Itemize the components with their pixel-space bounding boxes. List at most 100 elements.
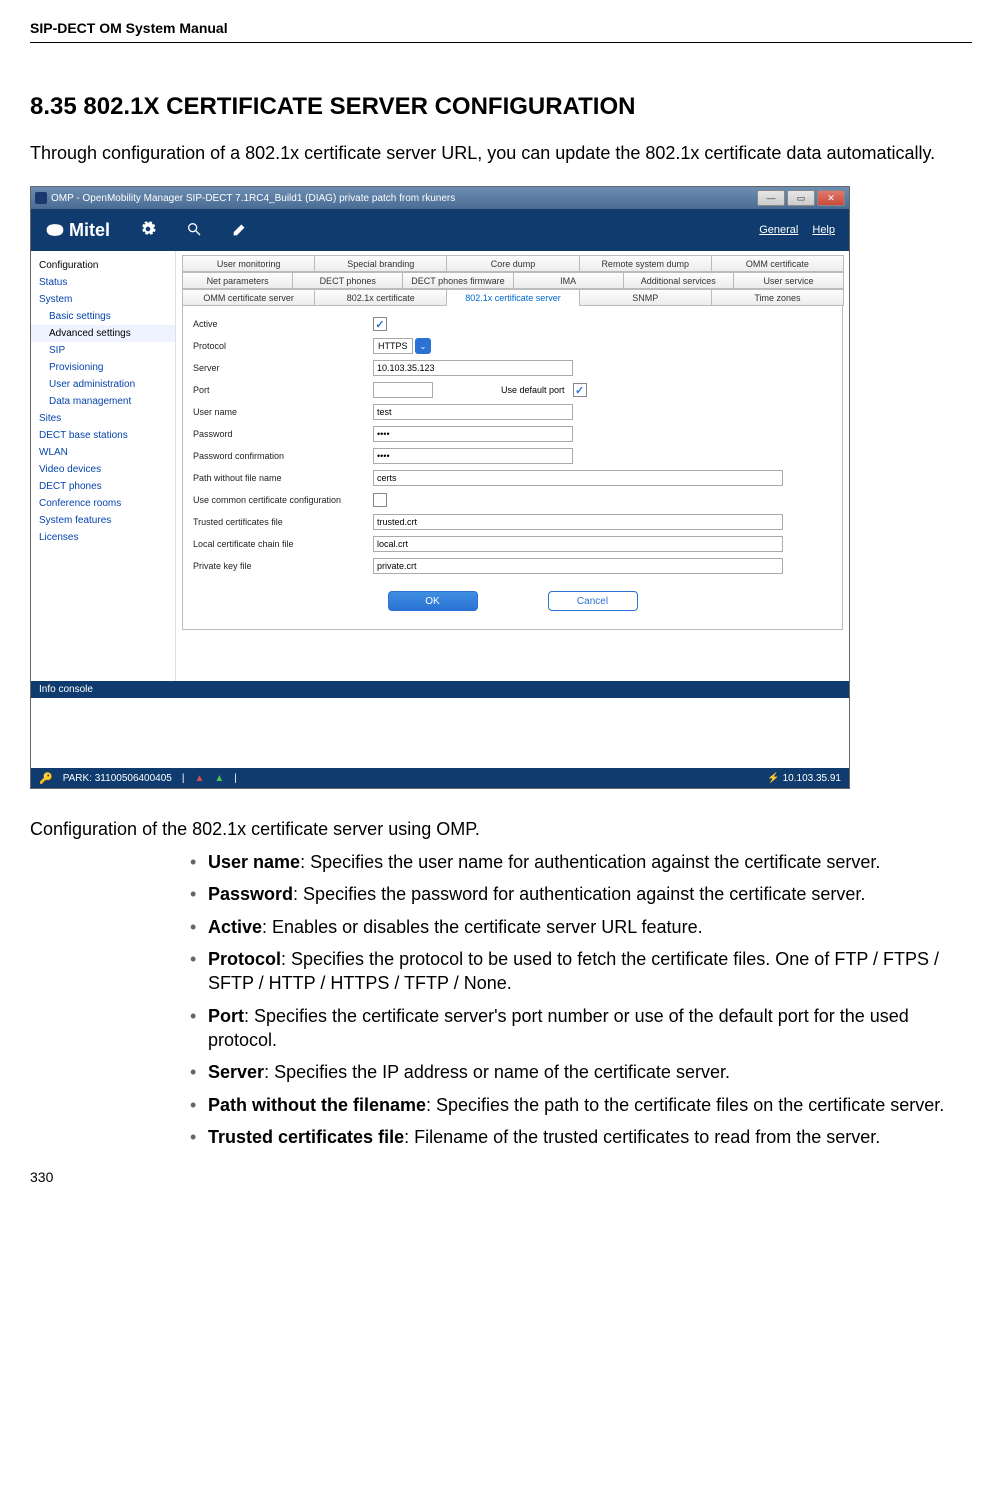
input-password[interactable] (373, 426, 573, 442)
separator: | (182, 773, 185, 784)
sidebar-item[interactable]: Licenses (31, 529, 175, 546)
checkbox-use-common[interactable] (373, 493, 387, 507)
sidebar-item[interactable]: Basic settings (31, 308, 175, 325)
sidebar-item[interactable]: SIP (31, 342, 175, 359)
label-server: Server (193, 363, 373, 373)
tab[interactable]: Core dump (446, 255, 579, 272)
edit-icon[interactable] (232, 221, 248, 240)
sidebar-title: Configuration (31, 257, 175, 274)
bullet-item: Server: Specifies the IP address or name… (190, 1060, 972, 1084)
sidebar-item[interactable]: User administration (31, 376, 175, 393)
input-trusted[interactable] (373, 514, 783, 530)
sidebar-item[interactable]: System (31, 291, 175, 308)
label-username: User name (193, 407, 373, 417)
tab[interactable]: 802.1x certificate server (446, 289, 579, 306)
label-use-default-port: Use default port (501, 385, 565, 395)
input-path[interactable] (373, 470, 783, 486)
main-panel: User monitoringSpecial brandingCore dump… (176, 251, 849, 681)
tab[interactable]: Remote system dump (579, 255, 712, 272)
input-local[interactable] (373, 536, 783, 552)
window-title: OMP - OpenMobility Manager SIP-DECT 7.1R… (51, 193, 455, 204)
bullet-item: Protocol: Specifies the protocol to be u… (190, 947, 972, 996)
label-port: Port (193, 385, 373, 395)
sidebar: Configuration StatusSystemBasic settings… (31, 251, 176, 681)
tab[interactable]: 802.1x certificate (314, 289, 447, 306)
bullet-item: Trusted certificates file: Filename of t… (190, 1125, 972, 1149)
tab-content-8021x-cert-server: Active Protocol HTTPS ⌄ Server (182, 305, 843, 630)
bullet-item: Path without the filename: Specifies the… (190, 1093, 972, 1117)
plug-icon: ⚡ (767, 773, 779, 784)
info-console-body (31, 698, 849, 768)
input-private[interactable] (373, 558, 783, 574)
checkbox-use-default-port[interactable] (573, 383, 587, 397)
ok-button[interactable]: OK (388, 591, 478, 611)
maximize-button[interactable]: ▭ (787, 190, 815, 206)
label-private: Private key file (193, 561, 373, 571)
tab[interactable]: Net parameters (182, 272, 293, 289)
checkbox-active[interactable] (373, 317, 387, 331)
app-icon (35, 192, 47, 204)
info-console-header[interactable]: Info console (31, 681, 849, 698)
tab[interactable]: User monitoring (182, 255, 315, 272)
sidebar-item[interactable]: Provisioning (31, 359, 175, 376)
tab[interactable]: SNMP (579, 289, 712, 306)
label-active: Active (193, 319, 373, 329)
sidebar-item[interactable]: Advanced settings (31, 325, 175, 342)
intro-paragraph: Through configuration of a 802.1x certif… (30, 141, 972, 166)
tab[interactable]: IMA (513, 272, 624, 289)
status-dot-red-icon: ▲ (194, 773, 204, 784)
sidebar-item[interactable]: System features (31, 512, 175, 529)
page-number: 330 (30, 1169, 972, 1185)
input-port[interactable] (373, 382, 433, 398)
bullet-list: User name: Specifies the user name for a… (30, 850, 972, 1149)
status-bar: 🔑 PARK: 31100506400405 | ▲ ▲ | ⚡ 10.103.… (31, 768, 849, 788)
tab[interactable]: OMM certificate server (182, 289, 315, 306)
input-server[interactable] (373, 360, 573, 376)
bullet-item: User name: Specifies the user name for a… (190, 850, 972, 874)
section-heading: 8.35 802.1X CERTIFICATE SERVER CONFIGURA… (30, 93, 972, 121)
sidebar-item[interactable]: Video devices (31, 461, 175, 478)
minimize-button[interactable]: — (757, 190, 785, 206)
omp-window: OMP - OpenMobility Manager SIP-DECT 7.1R… (30, 186, 850, 789)
separator: | (234, 773, 237, 784)
label-protocol: Protocol (193, 341, 373, 351)
sidebar-item[interactable]: Status (31, 274, 175, 291)
tab[interactable]: DECT phones firmware (402, 272, 513, 289)
manual-header: SIP-DECT OM System Manual (30, 20, 972, 36)
figure-caption: Configuration of the 802.1x certificate … (30, 819, 972, 840)
label-password-conf: Password confirmation (193, 451, 373, 461)
sidebar-item[interactable]: Data management (31, 393, 175, 410)
sidebar-item[interactable]: WLAN (31, 444, 175, 461)
tab[interactable]: Special branding (314, 255, 447, 272)
tab[interactable]: Additional services (623, 272, 734, 289)
cancel-button[interactable]: Cancel (548, 591, 638, 611)
tab[interactable]: OMM certificate (711, 255, 844, 272)
label-trusted: Trusted certificates file (193, 517, 373, 527)
tab[interactable]: User service (733, 272, 844, 289)
sidebar-item[interactable]: DECT base stations (31, 427, 175, 444)
input-password-conf[interactable] (373, 448, 573, 464)
chevron-down-icon[interactable]: ⌄ (415, 338, 431, 354)
sidebar-item[interactable]: Conference rooms (31, 495, 175, 512)
sidebar-item[interactable]: DECT phones (31, 478, 175, 495)
status-ip: 10.103.35.91 (783, 773, 841, 784)
input-username[interactable] (373, 404, 573, 420)
sidebar-item[interactable]: Sites (31, 410, 175, 427)
label-path: Path without file name (193, 473, 373, 483)
link-help[interactable]: Help (812, 224, 835, 236)
bullet-item: Active: Enables or disables the certific… (190, 915, 972, 939)
close-button[interactable]: ✕ (817, 190, 845, 206)
brand-bar: Mitel General Help (31, 209, 849, 251)
link-general[interactable]: General (759, 224, 798, 236)
label-password: Password (193, 429, 373, 439)
label-local: Local certificate chain file (193, 539, 373, 549)
tab[interactable]: Time zones (711, 289, 844, 306)
search-icon[interactable] (186, 221, 202, 240)
select-protocol[interactable]: HTTPS ⌄ (373, 338, 431, 354)
status-park: PARK: 31100506400405 (63, 773, 172, 784)
tab[interactable]: DECT phones (292, 272, 403, 289)
header-rule (30, 42, 972, 43)
bullet-item: Password: Specifies the password for aut… (190, 882, 972, 906)
bullet-item: Port: Specifies the certificate server's… (190, 1004, 972, 1053)
gear-icon[interactable] (140, 221, 156, 240)
